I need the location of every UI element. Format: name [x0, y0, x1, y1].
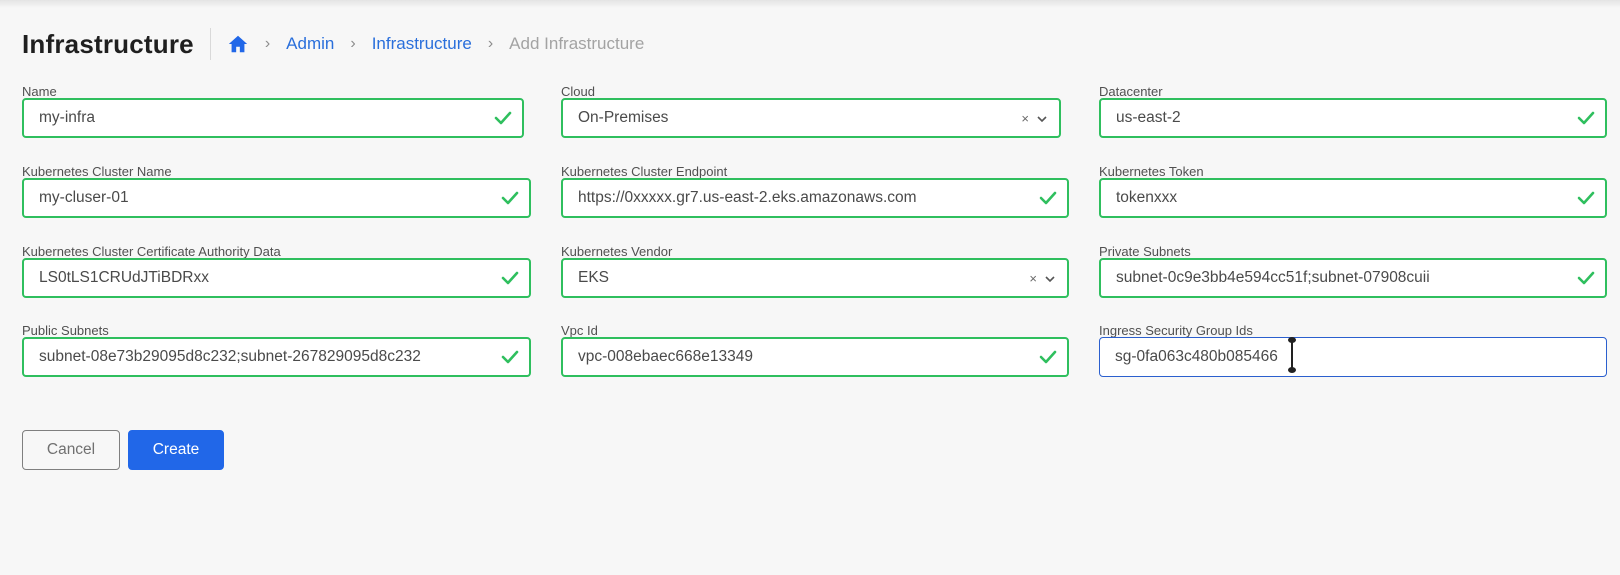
k8s-vendor-value[interactable]: EKS: [563, 269, 1067, 287]
k8s-token-field: Kubernetes Token tokenxxx: [1099, 164, 1607, 220]
k8s-cluster-endpoint-label: Kubernetes Cluster Endpoint: [561, 164, 728, 179]
k8s-cluster-name-value[interactable]: my-cluser-01: [24, 189, 529, 207]
private-subnets-label: Private Subnets: [1099, 244, 1191, 259]
k8s-ca-data-input[interactable]: LS0tLS1CRUdJTiBDRxx: [22, 258, 531, 298]
breadcrumb: › Admin › Infrastructure › Add Infrastru…: [227, 33, 644, 55]
check-icon: [501, 350, 519, 364]
breadcrumb-admin-link[interactable]: Admin: [286, 34, 334, 54]
ingress-sg-ids-value[interactable]: sg-0fa063c480b085466: [1100, 348, 1606, 366]
k8s-ca-data-value[interactable]: LS0tLS1CRUdJTiBDRxx: [24, 269, 529, 287]
check-icon: [1577, 271, 1595, 285]
datacenter-input[interactable]: us-east-2: [1099, 98, 1607, 138]
clear-icon[interactable]: ×: [1021, 111, 1029, 126]
ingress-sg-ids-input[interactable]: sg-0fa063c480b085466: [1099, 337, 1607, 377]
text-cursor-icon: [1288, 337, 1296, 373]
create-button[interactable]: Create: [128, 430, 224, 470]
k8s-token-value[interactable]: tokenxxx: [1101, 189, 1605, 207]
cloud-value[interactable]: On-Premises: [563, 109, 1059, 127]
page-title: Infrastructure: [22, 28, 194, 59]
vpc-id-field: Vpc Id vpc-008ebaec668e13349: [561, 323, 1069, 379]
name-value[interactable]: my-infra: [24, 109, 522, 127]
cancel-button[interactable]: Cancel: [22, 430, 120, 470]
ingress-sg-ids-label: Ingress Security Group Ids: [1099, 323, 1253, 338]
name-field: Name my-infra: [22, 84, 524, 140]
breadcrumb-separator: ›: [350, 35, 356, 52]
k8s-vendor-label: Kubernetes Vendor: [561, 244, 673, 259]
datacenter-label: Datacenter: [1099, 84, 1163, 99]
datacenter-value[interactable]: us-east-2: [1101, 109, 1605, 127]
name-input[interactable]: my-infra: [22, 98, 524, 138]
cloud-field: Cloud On-Premises ×: [561, 84, 1061, 140]
page-header: Infrastructure › Admin › Infrastructure …: [22, 24, 644, 64]
vpc-id-value[interactable]: vpc-008ebaec668e13349: [563, 348, 1067, 366]
breadcrumb-separator: ›: [264, 35, 271, 52]
private-subnets-field: Private Subnets subnet-0c9e3bb4e594cc51f…: [1099, 244, 1607, 300]
public-subnets-label: Public Subnets: [22, 323, 109, 338]
k8s-cluster-name-label: Kubernetes Cluster Name: [22, 164, 172, 179]
k8s-cluster-name-input[interactable]: my-cluser-01: [22, 178, 531, 218]
vpc-id-label: Vpc Id: [561, 323, 598, 338]
k8s-ca-data-field: Kubernetes Cluster Certificate Authority…: [22, 244, 531, 300]
clear-icon[interactable]: ×: [1029, 271, 1037, 286]
public-subnets-input[interactable]: subnet-08e73b29095d8c232;subnet-26782909…: [22, 337, 531, 377]
k8s-vendor-field: Kubernetes Vendor EKS ×: [561, 244, 1069, 300]
check-icon: [494, 111, 512, 125]
breadcrumb-current: Add Infrastructure: [509, 34, 645, 53]
check-icon: [501, 271, 519, 285]
cloud-select[interactable]: On-Premises ×: [561, 98, 1061, 138]
top-shadow: [0, 0, 1620, 8]
public-subnets-field: Public Subnets subnet-08e73b29095d8c232;…: [22, 323, 531, 379]
k8s-token-input[interactable]: tokenxxx: [1099, 178, 1607, 218]
k8s-token-label: Kubernetes Token: [1099, 164, 1204, 179]
check-icon: [1039, 350, 1057, 364]
k8s-vendor-select[interactable]: EKS ×: [561, 258, 1069, 298]
check-icon: [1577, 191, 1595, 205]
k8s-cluster-name-field: Kubernetes Cluster Name my-cluser-01: [22, 164, 531, 220]
chevron-down-icon[interactable]: [1045, 274, 1055, 284]
vpc-id-input[interactable]: vpc-008ebaec668e13349: [561, 337, 1069, 377]
k8s-ca-data-label: Kubernetes Cluster Certificate Authority…: [22, 244, 281, 259]
ingress-sg-ids-field: Ingress Security Group Ids sg-0fa063c480…: [1099, 323, 1607, 379]
k8s-cluster-endpoint-value[interactable]: https://0xxxxx.gr7.us-east-2.eks.amazona…: [563, 189, 1067, 207]
home-icon[interactable]: [227, 33, 249, 55]
chevron-down-icon[interactable]: [1037, 114, 1047, 124]
breadcrumb-separator: ›: [487, 35, 494, 52]
check-icon: [1039, 191, 1057, 205]
public-subnets-value[interactable]: subnet-08e73b29095d8c232;subnet-26782909…: [24, 348, 529, 366]
name-label: Name: [22, 84, 57, 99]
private-subnets-value[interactable]: subnet-0c9e3bb4e594cc51f;subnet-07908cui…: [1101, 269, 1605, 287]
check-icon: [1577, 111, 1595, 125]
check-icon: [501, 191, 519, 205]
k8s-cluster-endpoint-field: Kubernetes Cluster Endpoint https://0xxx…: [561, 164, 1069, 220]
datacenter-field: Datacenter us-east-2: [1099, 84, 1607, 140]
k8s-cluster-endpoint-input[interactable]: https://0xxxxx.gr7.us-east-2.eks.amazona…: [561, 178, 1069, 218]
private-subnets-input[interactable]: subnet-0c9e3bb4e594cc51f;subnet-07908cui…: [1099, 258, 1607, 298]
title-divider: [209, 28, 211, 60]
breadcrumb-infrastructure-link[interactable]: Infrastructure: [372, 34, 472, 54]
cloud-label: Cloud: [561, 84, 595, 99]
